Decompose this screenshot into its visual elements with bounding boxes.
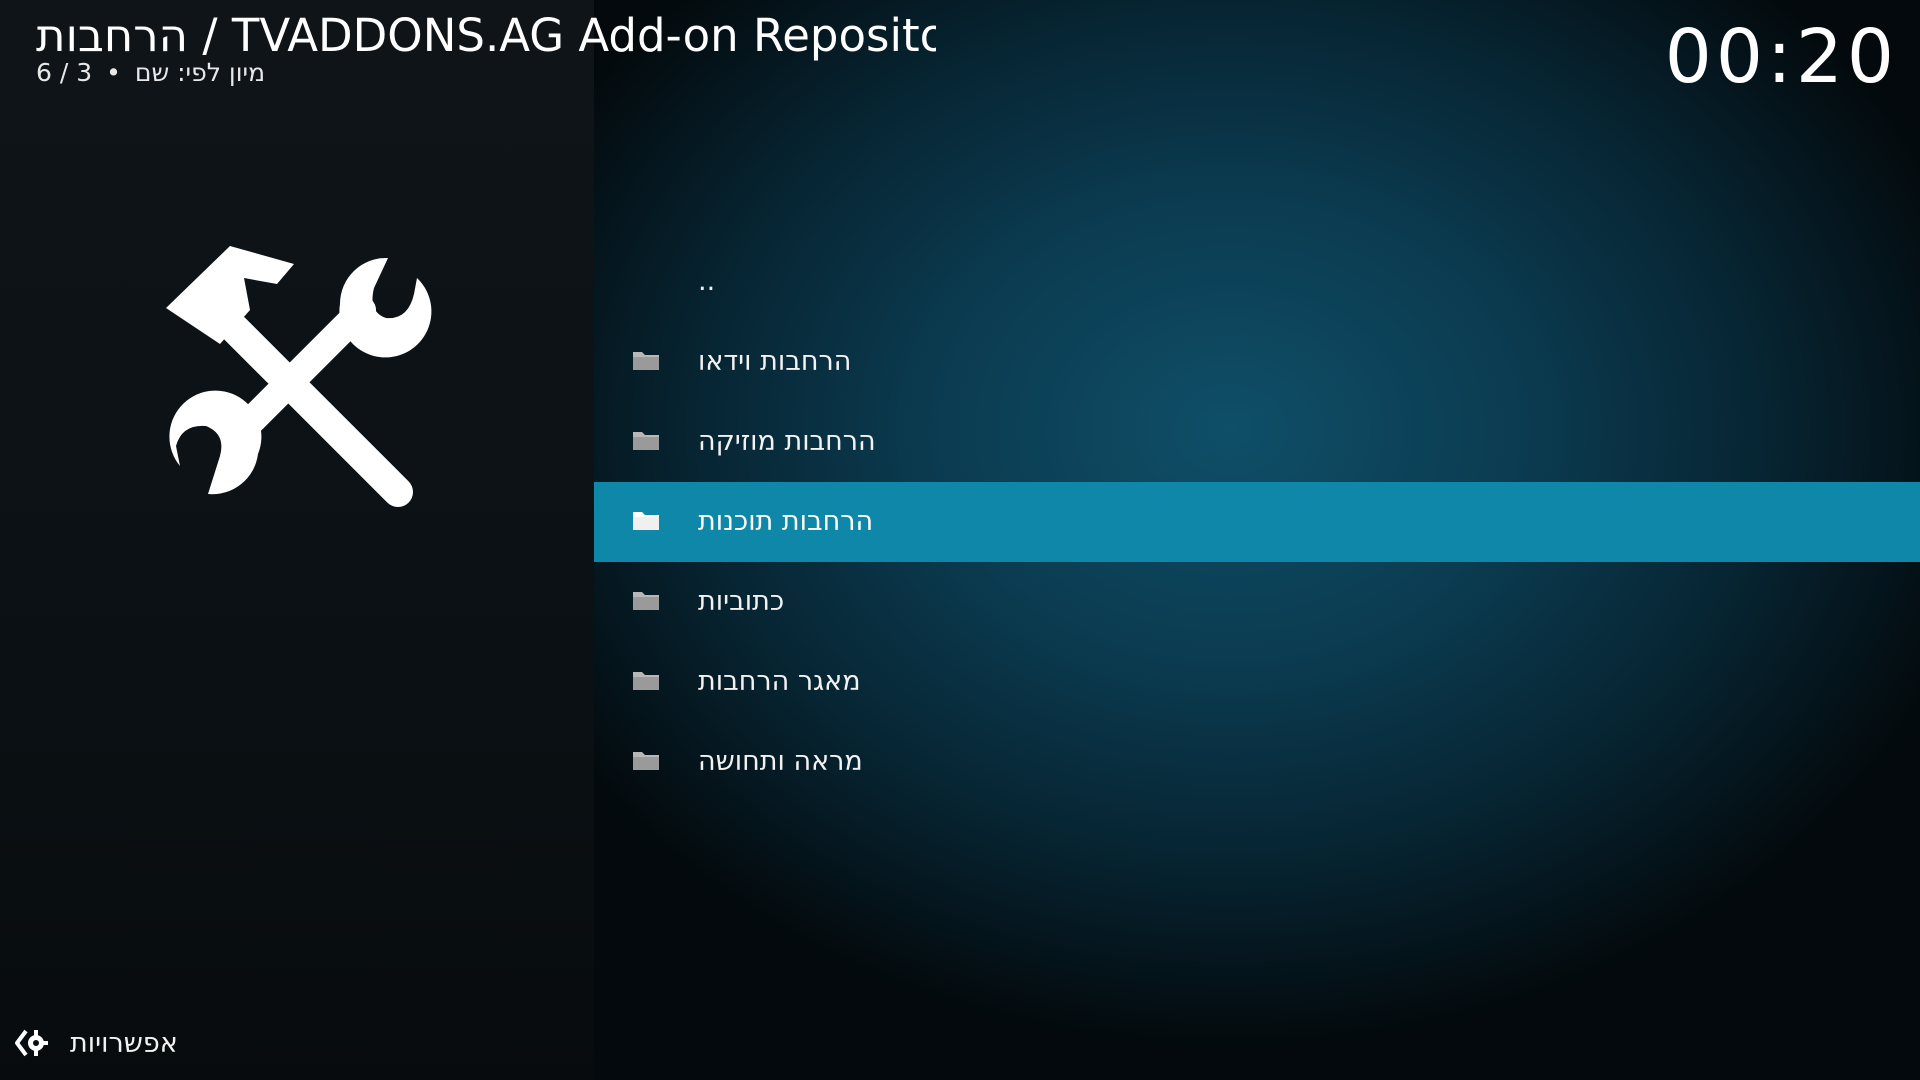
folder-icon [633, 752, 659, 770]
list-item-look-and-feel[interactable]: מראה ותחושה [594, 722, 1920, 802]
folder-icon [633, 432, 659, 450]
list-item-label: מאגר הרחבות [698, 666, 861, 697]
folder-icon [633, 352, 659, 370]
kodi-window: הרחבות / TVADDONS.AG Add-on Repository 6… [0, 0, 1920, 1080]
list-item-label: .. [698, 266, 716, 297]
options-gear-icon [15, 1029, 48, 1057]
item-position: 6 / 3 [36, 58, 93, 87]
list-item-addon-repository[interactable]: מאגר הרחבות [594, 642, 1920, 722]
info-panel [0, 0, 594, 1080]
list-item-label: הרחבות מוזיקה [698, 426, 876, 457]
list-item-parent[interactable]: .. [594, 242, 1920, 322]
list-item-subtitles[interactable]: כתוביות [594, 562, 1920, 642]
clock: 00:20 [1664, 14, 1898, 100]
tools-hammer-wrench-icon [166, 246, 432, 507]
sort-label: מיון לפי: שם [134, 58, 266, 87]
list-item-label: הרחבות וידאו [698, 346, 852, 377]
file-list: .. הרחבות וידאו הרחבות מוזיקה הרחבות תוכ… [594, 242, 1920, 802]
folder-icon [633, 512, 659, 530]
list-item-label: מראה ותחושה [698, 746, 863, 777]
breadcrumb-title: הרחבות / TVADDONS.AG Add-on Repository [36, 9, 936, 62]
list-item-video-addons[interactable]: הרחבות וידאו [594, 322, 1920, 402]
folder-icon [633, 592, 659, 610]
folder-icon [633, 672, 659, 690]
list-item-label: כתוביות [698, 586, 785, 617]
list-item-program-addons[interactable]: הרחבות תוכנות [594, 482, 1920, 562]
sort-info: 6 / 3 • מיון לפי: שם [36, 58, 265, 88]
options-button[interactable]: אפשרויות [14, 1024, 178, 1062]
options-label: אפשרויות [70, 1027, 178, 1059]
separator-dot: • [106, 58, 121, 87]
list-item-label: הרחבות תוכנות [698, 506, 874, 537]
list-item-music-addons[interactable]: הרחבות מוזיקה [594, 402, 1920, 482]
